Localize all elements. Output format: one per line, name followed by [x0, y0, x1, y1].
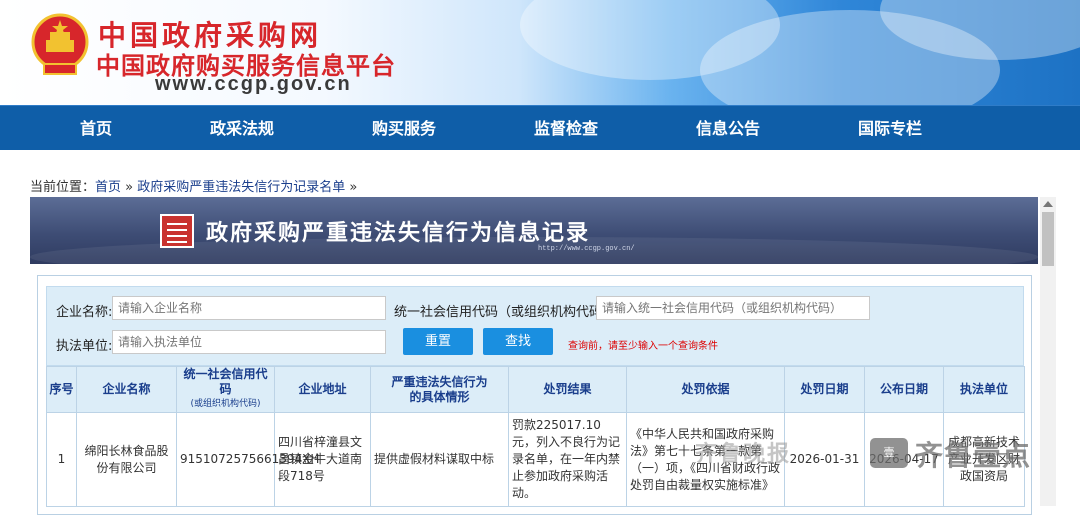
header-situation-line2: 的具体情形 — [409, 389, 470, 404]
company-name-input[interactable] — [112, 296, 386, 320]
cell-result: 罚款225017.10元，列入不良行为记录名单，在一年内禁止参加政府采购活动。 — [508, 412, 627, 507]
site-header: 中国政府采购网 中国政府购买服务信息平台 www.ccgp.gov.cn — [0, 0, 1080, 105]
agency-label: 执法单位: — [56, 339, 113, 354]
scrollbar-thumb[interactable] — [1042, 212, 1054, 266]
banner-url: http://www.ccgp.gov.cn/ — [538, 245, 635, 253]
nav-international[interactable]: 国际专栏 — [820, 106, 960, 151]
nav-supervision[interactable]: 监督检查 — [496, 106, 636, 151]
seal-icon — [160, 214, 194, 248]
table-header-row: 序号 企业名称 统一社会信用代码 (或组织机构代码) 企业地址 严重违法失信行为的… — [46, 366, 1025, 413]
header-penalty-date: 处罚日期 — [784, 366, 865, 413]
credit-code-input[interactable] — [596, 296, 870, 320]
cell-index: 1 — [46, 412, 77, 507]
nav-home[interactable]: 首页 — [26, 106, 166, 151]
search-button[interactable]: 查找 — [483, 328, 553, 355]
header-situation-line1: 严重违法失信行为 — [391, 374, 488, 389]
main-nav: 首页 政采法规 购买服务 监督检查 信息公告 国际专栏 — [0, 105, 1080, 150]
agency-input[interactable] — [112, 330, 386, 354]
credit-code-label: 统一社会信用代码（或组织机构代码）: — [394, 305, 620, 320]
search-tip: 查询前，请至少输入一个查询条件 — [568, 341, 718, 352]
nav-announcements[interactable]: 信息公告 — [658, 106, 798, 151]
breadcrumb-prefix: 当前位置： — [30, 180, 96, 195]
site-url: www.ccgp.gov.cn — [155, 73, 352, 95]
header-credit-code: 统一社会信用代码 (或组织机构代码) — [176, 366, 275, 413]
breadcrumb-current-link[interactable]: 政府采购严重违法失信行为记录名单 — [137, 180, 345, 195]
header-credit-code-sub: (或组织机构代码) — [190, 399, 261, 409]
cell-company-link[interactable]: 绵阳长林食品股份有限公司 — [76, 412, 177, 507]
breadcrumb: 当前位置：首页 » 政府采购严重违法失信行为记录名单 » — [30, 176, 357, 195]
header-credit-code-main: 统一社会信用代码 — [183, 367, 268, 396]
header-agency: 执法单位 — [943, 366, 1025, 413]
reset-button[interactable]: 重置 — [403, 328, 473, 355]
watermark-left: 齐鲁晚报 — [695, 441, 792, 467]
company-label: 企业名称: — [56, 305, 113, 320]
page-banner: 政府采购严重违法失信行为信息记录 http://www.ccgp.gov.cn/ — [30, 197, 1038, 264]
cell-credit-code: 9151072575661394XH — [176, 412, 319, 507]
banner-title: 政府采购严重违法失信行为信息记录 — [206, 221, 591, 246]
header-publish-date: 公布日期 — [864, 366, 944, 413]
cell-penalty-date: 2026-01-31 — [784, 412, 865, 507]
cell-address: 四川省梓潼县文昌镇金牛大道南段718号 — [274, 412, 371, 507]
header-address: 企业地址 — [274, 366, 371, 413]
header-situation: 严重违法失信行为 的具体情形 — [370, 366, 509, 413]
breadcrumb-home-link[interactable]: 首页 — [95, 180, 121, 195]
breadcrumb-separator: » — [121, 180, 138, 195]
watermark-logo-icon: 壹 — [870, 438, 908, 468]
header-company: 企业名称 — [76, 366, 177, 413]
scroll-up-icon[interactable] — [1043, 201, 1053, 207]
header-result: 处罚结果 — [508, 366, 627, 413]
cell-situation: 提供虚假材料谋取中标 — [370, 412, 509, 507]
watermark-right: 齐鲁壹点 — [915, 439, 1032, 472]
breadcrumb-trail: » — [345, 180, 358, 195]
header-basis: 处罚依据 — [626, 366, 785, 413]
nav-purchase-services[interactable]: 购买服务 — [334, 106, 474, 151]
national-emblem-icon — [31, 13, 89, 75]
records-table: 序号 企业名称 统一社会信用代码 (或组织机构代码) 企业地址 严重违法失信行为的… — [46, 366, 1025, 507]
header-index: 序号 — [46, 366, 77, 413]
nav-regulations[interactable]: 政采法规 — [172, 106, 312, 151]
